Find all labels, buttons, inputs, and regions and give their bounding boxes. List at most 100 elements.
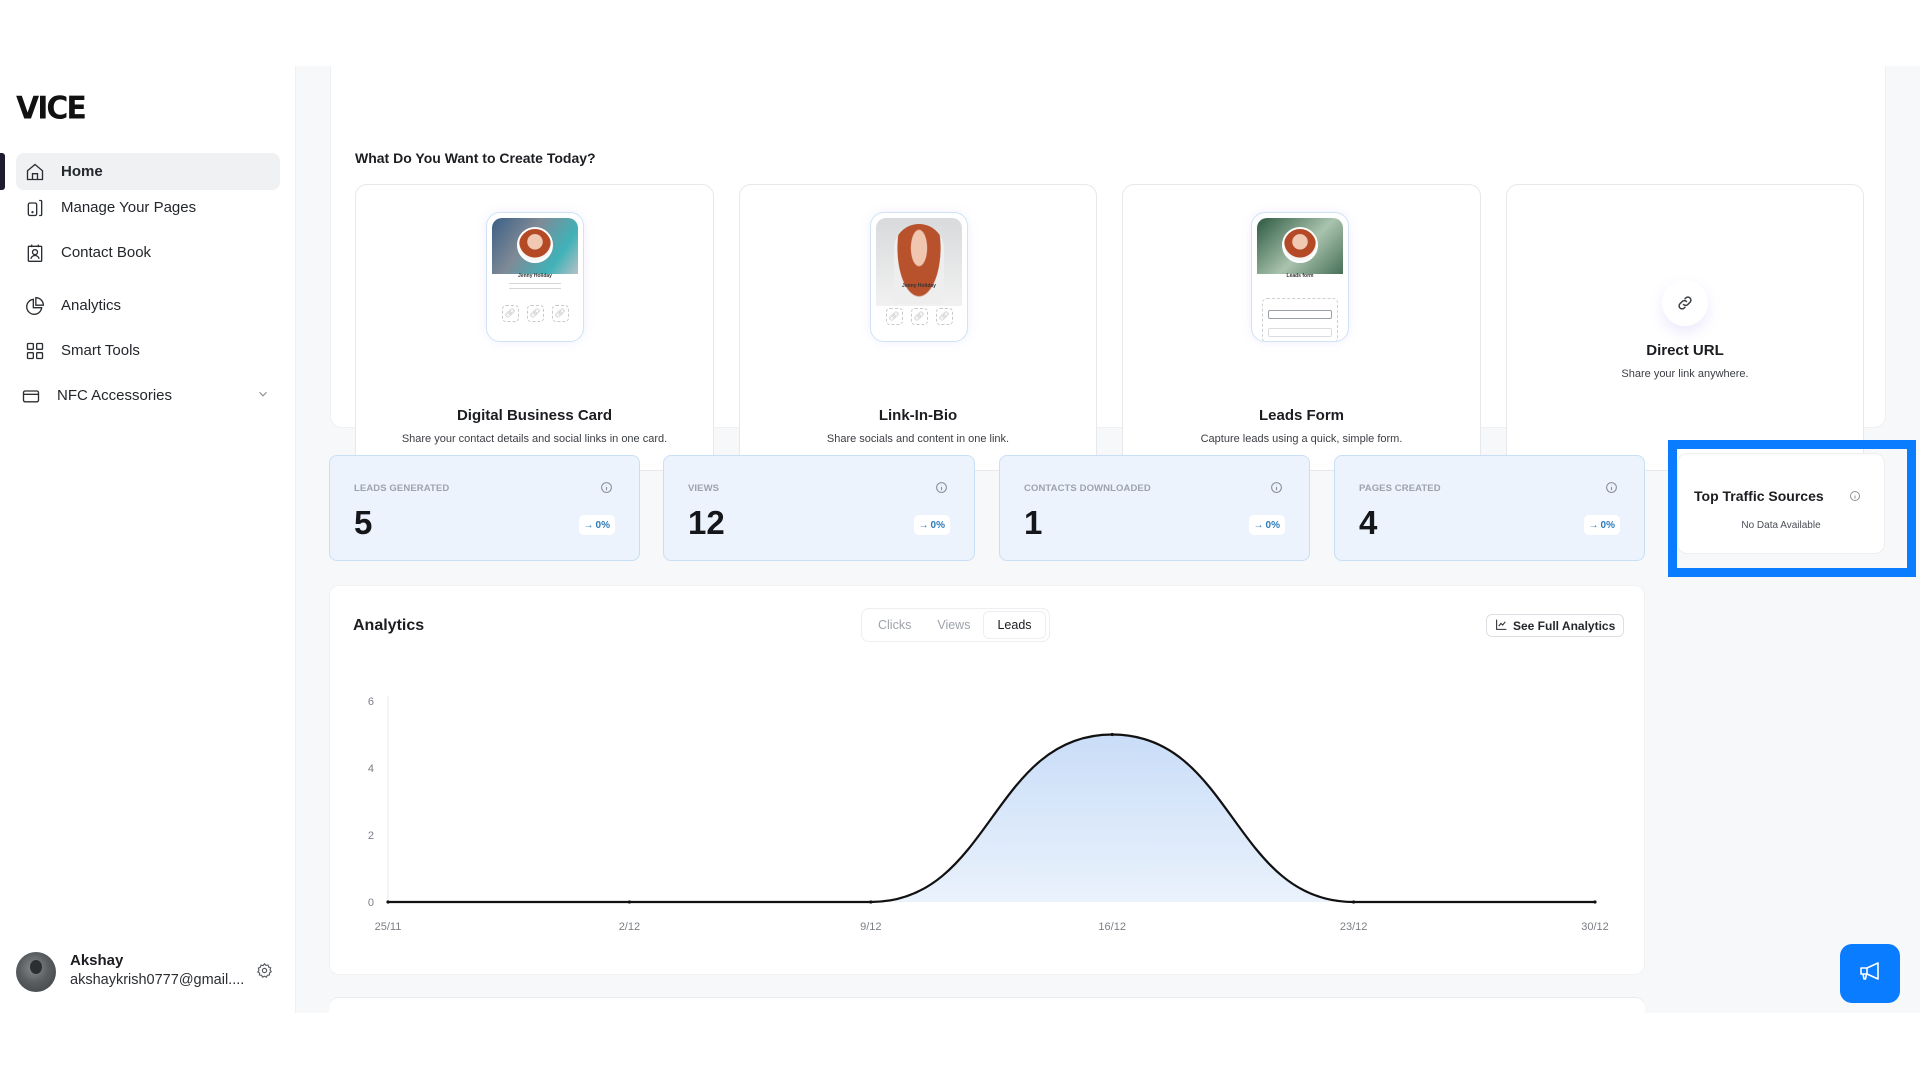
card-description: Share your contact details and social li… <box>401 433 668 445</box>
sidebar-item-smart-tools[interactable]: Smart Tools <box>16 332 280 369</box>
sidebar-item-label: Manage Your Pages <box>61 199 197 216</box>
info-icon[interactable] <box>1270 481 1283 499</box>
arrow-right-icon: → <box>1588 519 1599 531</box>
create-card-direct-url[interactable]: Direct URL Share your link anywhere. <box>1506 184 1864 471</box>
megaphone-icon <box>1858 959 1882 988</box>
x-tick-label: 9/12 <box>860 921 881 933</box>
sidebar-item-label: Contact Book <box>61 244 152 261</box>
stat-label: PAGES CREATED <box>1359 483 1441 494</box>
info-icon[interactable] <box>1849 489 1861 507</box>
card-title: Link-In-Bio <box>878 407 958 424</box>
tab-clicks[interactable]: Clicks <box>865 611 924 639</box>
x-tick-label: 2/12 <box>619 921 640 933</box>
data-point <box>869 900 873 904</box>
data-point <box>1593 900 1597 904</box>
card-title: Direct URL <box>1646 342 1724 359</box>
stat-card-contacts-downloaded: CONTACTS DOWNLOADED 1 → 0% <box>999 455 1310 561</box>
data-point <box>1352 900 1356 904</box>
metric-tabs: Clicks Views Leads <box>861 608 1050 642</box>
create-card-link-in-bio[interactable]: Jenny Holiday 🔗︎ 🔗︎ 🔗︎ Link-In-Bio Share s… <box>739 184 1097 471</box>
info-icon[interactable] <box>935 481 948 499</box>
stat-value: 12 <box>688 504 725 541</box>
top-traffic-sources-card: Top Traffic Sources No Data Available <box>1677 453 1885 554</box>
see-full-analytics-button[interactable]: See Full Analytics <box>1486 614 1625 637</box>
chevron-down-icon[interactable] <box>256 387 270 406</box>
sidebar-item-label: Analytics <box>61 297 122 314</box>
arrow-right-icon: → <box>1253 519 1264 531</box>
sidebar-item-label: Smart Tools <box>61 342 140 359</box>
user-profile[interactable]: Akshay akshaykrish0777@gmail.... <box>16 950 280 994</box>
contact-book-icon <box>24 242 46 264</box>
stat-label: CONTACTS DOWNLOADED <box>1024 483 1151 494</box>
change-badge: → 0% <box>578 515 615 535</box>
user-email: akshaykrish0777@gmail.... <box>70 972 245 988</box>
active-indicator <box>0 153 5 190</box>
sidebar-item-label: Home <box>61 163 103 180</box>
arrow-right-icon: → <box>583 519 594 531</box>
stat-card-pages-created: PAGES CREATED 4 → 0% <box>1334 455 1645 561</box>
sidebar-item-manage-pages[interactable]: Manage Your Pages <box>16 189 280 226</box>
sidebar-item-contact-book[interactable]: Contact Book <box>16 234 280 271</box>
empty-state-text: No Data Available <box>1741 520 1821 531</box>
create-section: What Do You Want to Create Today? Jenny … <box>330 66 1886 471</box>
analytics-title: Analytics <box>353 617 425 634</box>
card-description: Share your link anywhere. <box>1621 368 1749 380</box>
card-title: Leads Form <box>1258 407 1345 424</box>
card-title: Top Traffic Sources <box>1694 488 1824 504</box>
card-description: Capture leads using a quick, simple form… <box>1200 433 1403 445</box>
stat-card-views: VIEWS 12 → 0% <box>663 455 975 561</box>
x-tick-label: 25/11 <box>375 921 402 933</box>
tab-leads[interactable]: Leads <box>983 611 1046 639</box>
x-tick-label: 16/12 <box>1098 921 1126 933</box>
leads-chart: 0 2 4 6 25/11 2/12 9/12 16/12 23/12 30/12 <box>368 696 1609 933</box>
stat-label: LEADS GENERATED <box>354 483 450 494</box>
section-title: What Do You Want to Create Today? <box>355 150 596 166</box>
sidebar-item-nfc-accessories[interactable]: NFC Accessories <box>12 377 280 414</box>
link-icon <box>1662 280 1708 326</box>
pie-chart-icon <box>24 295 46 317</box>
card-preview-image: Jenny Holiday 🔗︎ 🔗︎ 🔗︎ <box>486 212 584 342</box>
card-preview-image: Leads form <box>1251 212 1349 342</box>
card-preview-image: Jenny Holiday 🔗︎ 🔗︎ 🔗︎ <box>870 212 968 342</box>
app-viewport: VICE Home Manage Your Pages Contact Book… <box>0 66 1920 1013</box>
card-icon <box>20 385 42 407</box>
app-logo[interactable]: VICE <box>16 90 87 127</box>
data-point <box>386 900 390 904</box>
y-tick-label: 4 <box>368 763 374 775</box>
data-point <box>1110 732 1114 737</box>
arrow-right-icon: → <box>918 519 929 531</box>
change-badge: → 0% <box>913 515 950 535</box>
y-tick-label: 2 <box>368 830 374 842</box>
info-icon[interactable] <box>1605 481 1618 499</box>
create-card-leads-form[interactable]: Leads form Leads Form Capture leads usin… <box>1122 184 1481 471</box>
change-badge: → 0% <box>1583 515 1620 535</box>
x-tick-label: 30/12 <box>1581 921 1609 933</box>
y-tick-label: 6 <box>368 696 374 708</box>
stat-card-leads-generated: LEADS GENERATED 5 → 0% <box>329 455 640 561</box>
stat-value: 1 <box>1024 504 1043 541</box>
stat-value: 5 <box>354 504 373 541</box>
analytics-panel: 0 2 4 6 25/11 2/12 9/12 16/12 23/12 30/12 Analyti… <box>329 585 1645 975</box>
change-badge: → 0% <box>1248 515 1285 535</box>
gear-icon[interactable] <box>256 962 273 984</box>
info-icon[interactable] <box>600 481 613 499</box>
tab-views[interactable]: Views <box>924 611 983 639</box>
stat-value: 4 <box>1359 504 1378 541</box>
home-icon <box>24 161 46 183</box>
create-card-digital-business-card[interactable]: Jenny Holiday 🔗︎ 🔗︎ 🔗︎ Digital Business Ca… <box>355 184 714 471</box>
announcements-button[interactable] <box>1840 944 1900 1003</box>
line-chart-icon <box>1495 618 1508 634</box>
x-tick-label: 23/12 <box>1340 921 1368 933</box>
y-tick-label: 0 <box>368 897 374 909</box>
card-title: Digital Business Card <box>456 407 613 424</box>
grid-icon <box>24 340 46 362</box>
avatar[interactable] <box>16 952 56 992</box>
card-description: Share socials and content in one link. <box>826 433 1010 445</box>
sidebar-item-home[interactable]: Home <box>16 153 280 190</box>
sidebar-item-analytics[interactable]: Analytics <box>16 287 280 324</box>
next-section-panel <box>329 997 1645 1013</box>
stat-label: VIEWS <box>688 483 720 494</box>
sidebar: VICE Home Manage Your Pages Contact Book… <box>0 66 296 1013</box>
data-point <box>627 900 631 904</box>
user-name: Akshay <box>70 952 124 969</box>
